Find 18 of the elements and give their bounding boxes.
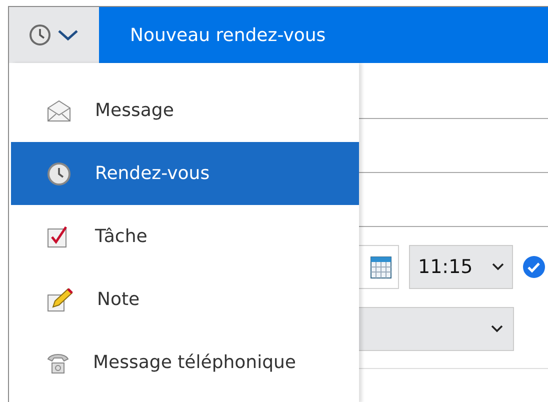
pencil-icon	[47, 288, 73, 312]
clock-icon	[29, 24, 51, 46]
chevron-down-icon	[57, 28, 79, 42]
calendar-icon	[370, 255, 392, 279]
chevron-down-icon	[491, 325, 503, 333]
menu-item[interactable]: Rendez-vous	[11, 142, 359, 205]
clock-icon	[47, 162, 71, 186]
chevron-down-icon	[492, 263, 504, 271]
item-type-button[interactable]	[9, 7, 99, 63]
time-select[interactable]: 11:15	[409, 245, 513, 289]
window-title: Nouveau rendez-vous	[130, 24, 326, 48]
telephone-icon	[47, 352, 69, 374]
menu-item[interactable]: Message téléphonique	[11, 331, 359, 394]
envelope-icon	[47, 100, 71, 122]
check-circle-icon	[523, 256, 545, 278]
menu-item[interactable]: Note	[11, 268, 359, 331]
menu-item[interactable]: Message	[11, 79, 359, 142]
menu-item[interactable]: Tâche	[11, 205, 359, 268]
